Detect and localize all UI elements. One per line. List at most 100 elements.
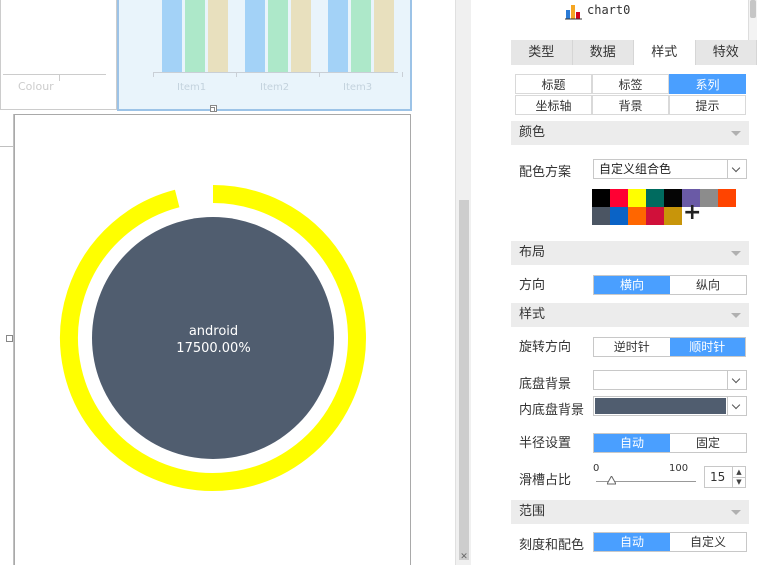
subtab-series[interactable]: 系列 xyxy=(669,74,746,94)
color-swatch[interactable] xyxy=(664,189,682,207)
bar-chart-category-label: Item3 xyxy=(343,82,372,93)
color-scheme-value: 自定义组合色 xyxy=(599,162,671,176)
tab-effects[interactable]: 特效 xyxy=(696,40,757,65)
color-swatch[interactable] xyxy=(628,189,646,207)
bar-3c xyxy=(374,0,394,72)
property-tabs: 类型 数据 样式 特效 xyxy=(511,40,757,65)
subtab-label[interactable]: 标签 xyxy=(592,74,669,94)
chart-name: chart0 xyxy=(587,3,630,17)
section-color-title: 颜色 xyxy=(519,125,545,140)
stepper-down-icon[interactable]: ▼ xyxy=(732,477,745,487)
left-widget-divider xyxy=(0,146,13,147)
bar-chart-tick xyxy=(402,72,403,77)
slider-max-label: 100 xyxy=(669,463,688,474)
direction-toggle: 横向 纵向 xyxy=(593,275,747,295)
chevron-down-icon[interactable] xyxy=(727,371,746,389)
bar-chart-baseline xyxy=(153,72,398,73)
groove-ratio-stepper[interactable]: 15 ▲ ▼ xyxy=(704,466,746,488)
inner-base-bg-label: 内底盘背景 xyxy=(519,399,584,418)
panel-scrollbar-thumb[interactable] xyxy=(750,0,756,18)
subtab-background[interactable]: 背景 xyxy=(592,95,669,115)
base-bg-color-picker[interactable] xyxy=(593,370,747,390)
color-swatch[interactable] xyxy=(718,189,736,207)
section-range-title: 范围 xyxy=(519,504,545,519)
section-range[interactable]: 范围 xyxy=(511,500,749,524)
direction-label: 方向 xyxy=(519,274,545,293)
groove-ratio-value: 15 xyxy=(710,470,725,484)
color-swatch[interactable] xyxy=(592,189,610,207)
inner-base-bg-color-picker[interactable] xyxy=(593,396,747,416)
scroll-down-icon[interactable]: ✕ xyxy=(456,552,472,562)
section-color[interactable]: 颜色 xyxy=(511,121,749,145)
chevron-down-icon[interactable] xyxy=(727,160,746,178)
inner-base-bg-swatch xyxy=(595,398,726,414)
add-color-icon[interactable]: + xyxy=(683,202,701,224)
color-swatch[interactable] xyxy=(646,207,664,225)
color-swatch[interactable] xyxy=(610,207,628,225)
left-chart-label: Colour xyxy=(18,80,54,93)
canvas-scrollbar[interactable]: ✕ xyxy=(455,0,471,565)
color-swatch[interactable] xyxy=(592,207,610,225)
subtab-title[interactable]: 标题 xyxy=(515,74,592,94)
slider-thumb[interactable] xyxy=(607,476,616,485)
slider-min-label: 0 xyxy=(593,463,599,474)
tab-type[interactable]: 类型 xyxy=(511,40,573,65)
resize-handle[interactable] xyxy=(6,335,13,342)
section-layout-title: 布局 xyxy=(519,245,545,260)
groove-ratio-slider[interactable]: 0 100 xyxy=(593,463,699,487)
resize-handle[interactable] xyxy=(210,107,215,112)
bar-chart-tick xyxy=(319,72,320,77)
collapse-arrow-icon[interactable] xyxy=(731,131,741,136)
canvas-scrollbar-thumb[interactable] xyxy=(459,200,469,560)
bar-chart-category-label: Item2 xyxy=(260,82,289,93)
rotation-clockwise[interactable]: 顺时针 xyxy=(670,338,746,356)
subtab-tooltip[interactable]: 提示 xyxy=(669,95,746,115)
rotation-counterclockwise[interactable]: 逆时针 xyxy=(594,338,670,356)
panel-gutter xyxy=(471,0,511,565)
direction-horizontal[interactable]: 横向 xyxy=(594,276,670,294)
radius-toggle: 自动 固定 xyxy=(593,433,747,453)
bar-chart-widget[interactable]: Item1 Item2 Item3 xyxy=(117,0,412,111)
ticks-colors-custom[interactable]: 自定义 xyxy=(670,533,746,551)
base-bg-label: 底盘背景 xyxy=(519,373,571,392)
radius-label: 半径设置 xyxy=(519,432,571,451)
collapse-arrow-icon[interactable] xyxy=(731,510,741,515)
bar-3b xyxy=(351,0,371,72)
bar-2c xyxy=(291,0,311,72)
tab-style[interactable]: 样式 xyxy=(634,40,696,65)
collapse-arrow-icon[interactable] xyxy=(731,251,741,256)
bar-chart-tick xyxy=(236,72,237,77)
rotation-toggle: 逆时针 顺时针 xyxy=(593,337,746,357)
color-scheme-select[interactable]: 自定义组合色 xyxy=(593,159,747,179)
bar-1b xyxy=(185,0,205,72)
color-swatch[interactable] xyxy=(700,189,718,207)
color-swatch[interactable] xyxy=(628,207,646,225)
color-swatch[interactable] xyxy=(610,189,628,207)
collapse-arrow-icon[interactable] xyxy=(731,313,741,318)
style-subtabs: 标题 标签 系列 坐标轴 背景 提示 xyxy=(515,74,748,116)
left-chart-widget[interactable]: Colour xyxy=(0,0,117,110)
panel-scrollbar[interactable] xyxy=(748,0,757,40)
direction-vertical[interactable]: 纵向 xyxy=(670,276,746,294)
radius-fixed[interactable]: 固定 xyxy=(670,434,746,452)
ticks-colors-auto[interactable]: 自动 xyxy=(594,533,670,551)
subtab-axis[interactable]: 坐标轴 xyxy=(515,95,592,115)
tab-data[interactable]: 数据 xyxy=(573,40,635,65)
section-layout[interactable]: 布局 xyxy=(511,241,749,265)
ticks-colors-toggle: 自动 自定义 xyxy=(593,532,747,552)
gauge-series-name: android xyxy=(15,324,412,339)
left-chart-axis xyxy=(3,74,106,75)
bar-chart-category-label: Item1 xyxy=(177,82,206,93)
color-swatch[interactable] xyxy=(646,189,664,207)
bar-3a xyxy=(328,0,348,72)
gauge-chart-widget[interactable]: android 17500.00% xyxy=(14,114,411,565)
section-style-title: 样式 xyxy=(519,307,545,322)
chart-type-icon xyxy=(565,2,583,20)
chart-header: chart0 xyxy=(511,0,749,40)
section-style[interactable]: 样式 xyxy=(511,303,749,327)
radius-auto[interactable]: 自动 xyxy=(594,434,670,452)
rotation-label: 旋转方向 xyxy=(519,336,571,355)
color-scheme-label: 配色方案 xyxy=(519,161,571,180)
chevron-down-icon[interactable] xyxy=(727,397,746,415)
color-swatch[interactable] xyxy=(664,207,682,225)
